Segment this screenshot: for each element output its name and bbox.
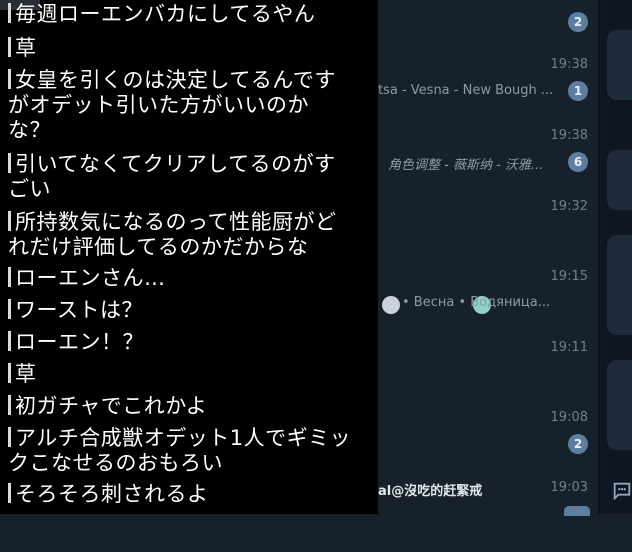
unread-badge: 2	[568, 12, 588, 32]
comment-text: 初ガチャでこれかよ	[15, 394, 208, 418]
comment-line: 草	[8, 36, 37, 61]
comment-bar	[8, 483, 11, 503]
comment-line: 引いてなくてクリアしてるのがす ごい	[8, 152, 336, 202]
chat-time: 19:15	[550, 269, 588, 284]
chat-row[interactable]: 19:38 角色调整 - 薇斯纳 - 沃雅... 6	[378, 128, 600, 200]
comment-line: そろそろ刺されるよ	[8, 482, 209, 507]
chat-row[interactable]: al@沒吃的赶緊戒 19:03	[378, 480, 600, 552]
chat-preview: • Весна • Водяница...	[402, 295, 551, 310]
comment-line: 初ガチャでこれかよ	[8, 394, 207, 419]
comment-bar	[8, 427, 11, 447]
comment-text: そろそろ刺されるよ	[15, 482, 209, 506]
comment-text: 引いてなくてクリアしてるのがす ごい	[8, 152, 336, 201]
chat-time: 19:32	[550, 199, 588, 214]
comment-text: 草	[15, 362, 37, 386]
comment-bar	[8, 267, 11, 287]
chat-row[interactable]: 19:32	[378, 199, 600, 271]
message-bubble	[607, 150, 632, 210]
chat-row[interactable]: 19:15 • Весна • Водяница...	[378, 269, 600, 341]
comment-line: ローエンさん…	[8, 266, 166, 291]
comment-text: アルチ合成獣オデット1人でギミッ クこなせるのおもろい	[8, 426, 352, 475]
comment-bar	[8, 395, 11, 415]
comment-bar	[8, 69, 11, 89]
comment-bar	[8, 299, 11, 319]
unread-badge: 2	[568, 434, 588, 454]
chat-bubble-icon[interactable]	[611, 480, 632, 502]
comment-text: 草	[15, 36, 37, 60]
comment-line: 草	[8, 362, 37, 387]
comment-bar	[8, 3, 11, 23]
message-bubble	[607, 30, 632, 100]
comment-overlay: 毎週ローエンバカにしてるやん 草 女皇を引くのは決定してるんです がオデット引い…	[0, 0, 378, 514]
unread-badge: 6	[568, 152, 588, 172]
comment-line: アルチ合成獣オデット1人でギミッ クこなせるのおもろい	[8, 426, 351, 476]
comment-text: ローエン！？	[15, 330, 144, 354]
comment-line: ローエン！？	[8, 330, 144, 355]
comment-text: 女皇を引くのは決定してるんです がオデット引いた方がいいのか な？	[8, 68, 336, 142]
chat-time: 19:08	[550, 410, 588, 425]
chat-time: 19:03	[550, 480, 588, 495]
chat-preview: tsa - Vesna - New Bough ...	[378, 83, 554, 98]
comment-line: 女皇を引くのは決定してるんです がオデット引いた方がいいのか な？	[8, 68, 336, 143]
message-bubble	[607, 360, 632, 450]
chat-preview: 角色调整 - 薇斯纳 - 沃雅...	[388, 158, 544, 173]
unread-badge	[564, 506, 590, 516]
chat-time: 19:11	[550, 340, 588, 355]
comment-bar	[8, 211, 11, 231]
chat-row[interactable]: 19:38 tsa - Vesna - New Bough ... 1	[378, 57, 600, 129]
chat-time: 19:38	[550, 128, 588, 143]
chat-row[interactable]: 19:11	[378, 340, 600, 412]
comment-text: 所持数気になるのって性能厨がど れだけ評価してるのかだからな	[8, 210, 337, 259]
comment-bar	[8, 363, 11, 383]
comment-line: 所持数気になるのって性能厨がど れだけ評価してるのかだからな	[8, 210, 336, 260]
unread-badge: 1	[568, 81, 588, 101]
comment-line: 毎週ローエンバカにしてるやん	[8, 2, 315, 27]
comment-text: ワーストは？	[15, 298, 143, 322]
comment-bar	[8, 153, 11, 173]
chat-name: al@沒吃的赶緊戒	[378, 484, 483, 499]
avatar-icon	[382, 296, 400, 314]
comment-text: ローエンさん…	[15, 266, 166, 290]
message-bubble	[607, 235, 632, 335]
comment-text: 毎週ローエンバカにしてるやん	[15, 2, 316, 26]
comment-line: ワーストは？	[8, 298, 143, 323]
comment-bar	[8, 37, 11, 57]
chat-time: 19:38	[550, 57, 588, 72]
message-panel	[600, 0, 632, 514]
chat-row[interactable]: 19:08 2	[378, 410, 600, 482]
comment-bar	[8, 331, 11, 351]
